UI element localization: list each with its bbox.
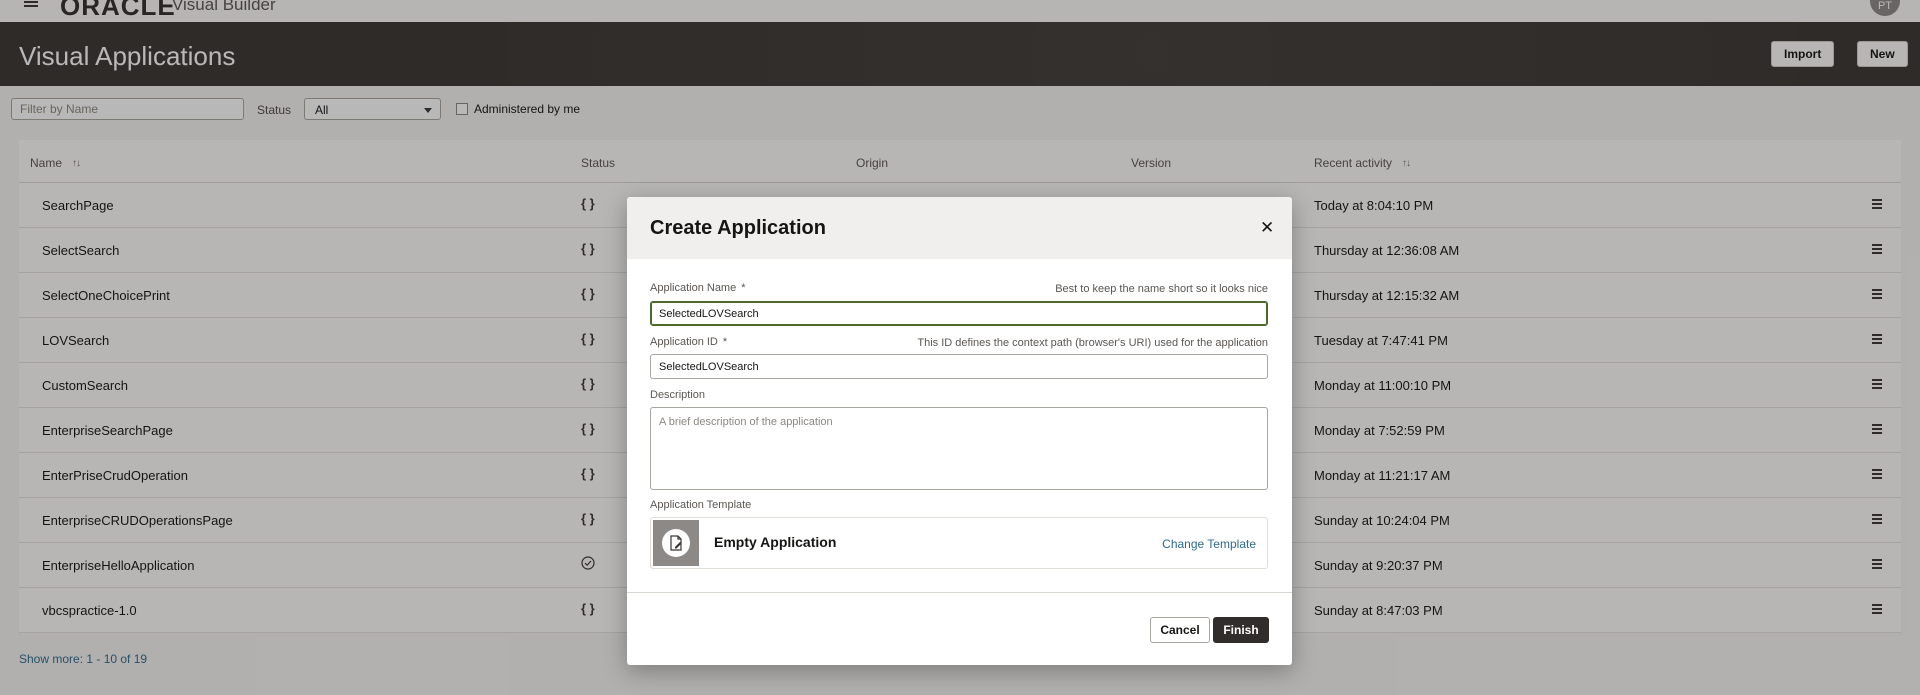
description-label: Description bbox=[650, 389, 706, 401]
application-id-label: Application ID * bbox=[650, 336, 727, 348]
description-textarea[interactable] bbox=[650, 407, 1268, 490]
application-template-label: Application Template bbox=[650, 499, 752, 511]
application-name-input[interactable] bbox=[650, 301, 1268, 326]
template-card: Empty Application Change Template bbox=[650, 517, 1268, 569]
application-name-label-text: Application Name bbox=[650, 282, 737, 294]
change-template-link[interactable]: Change Template bbox=[1162, 537, 1256, 551]
application-id-label-text: Application ID bbox=[650, 336, 718, 348]
dialog-header: Create Application ✕ bbox=[627, 197, 1292, 259]
required-marker: * bbox=[722, 336, 728, 348]
dialog-title: Create Application bbox=[650, 217, 826, 239]
application-id-hint: This ID defines the context path (browse… bbox=[917, 337, 1268, 349]
application-name-hint: Best to keep the name short so it looks … bbox=[1055, 283, 1268, 295]
dialog-divider bbox=[627, 592, 1292, 593]
template-thumbnail bbox=[653, 520, 699, 566]
create-application-dialog: Create Application ✕ Application Name * B… bbox=[627, 197, 1292, 665]
application-name-label: Application Name * bbox=[650, 282, 746, 294]
application-id-input[interactable] bbox=[650, 354, 1268, 379]
template-name: Empty Application bbox=[714, 534, 837, 550]
finish-button[interactable]: Finish bbox=[1213, 617, 1269, 643]
close-icon[interactable]: ✕ bbox=[1260, 218, 1274, 238]
cancel-button[interactable]: Cancel bbox=[1150, 617, 1210, 643]
required-marker: * bbox=[741, 282, 746, 294]
document-edit-icon bbox=[662, 529, 690, 557]
